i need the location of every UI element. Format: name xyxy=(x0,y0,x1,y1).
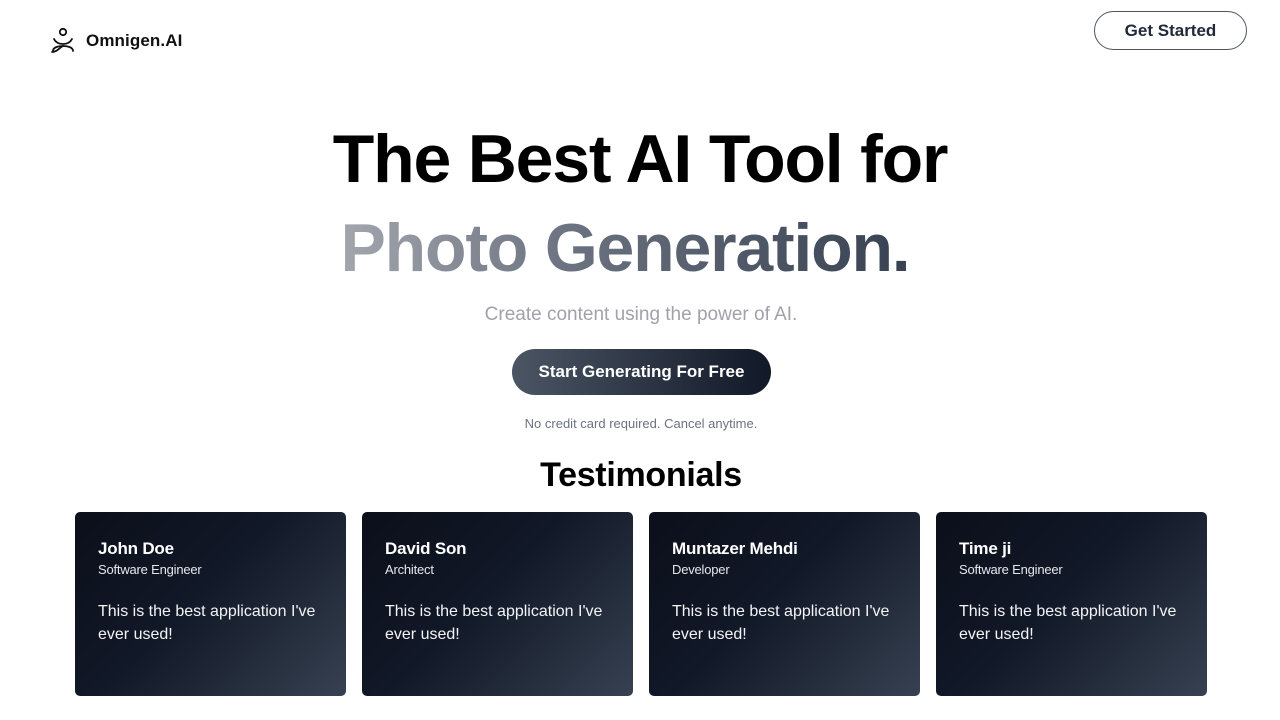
meditation-figure-icon xyxy=(48,26,78,56)
testimonial-role: Software Engineer xyxy=(959,562,1063,577)
testimonial-quote: This is the best application I've ever u… xyxy=(98,603,316,643)
testimonial-quote: This is the best application I've ever u… xyxy=(959,603,1177,643)
testimonial-role: Developer xyxy=(672,562,730,577)
testimonial-name: Muntazer Mehdi xyxy=(672,539,798,558)
get-started-button[interactable]: Get Started xyxy=(1094,11,1247,50)
testimonial-list: John Doe Software Engineer This is the b… xyxy=(75,512,1207,696)
testimonial-card: David Son Architect This is the best app… xyxy=(362,512,633,696)
hero-headline: The Best AI Tool for xyxy=(332,121,949,197)
brand-name: Omnigen.AI xyxy=(86,31,183,50)
testimonial-role: Software Engineer xyxy=(98,562,202,577)
landing-page: Omnigen.AI Get Started The Best AI Tool … xyxy=(0,0,1280,720)
testimonial-name: Time ji xyxy=(959,539,1012,558)
testimonials-title: Testimonials xyxy=(540,456,742,494)
testimonial-card: Time ji Software Engineer This is the be… xyxy=(936,512,1207,696)
testimonial-quote: This is the best application I've ever u… xyxy=(672,603,890,643)
hero-subtitle: Create content using the power of AI. xyxy=(484,304,798,325)
no-credit-card-note: No credit card required. Cancel anytime. xyxy=(524,416,758,431)
testimonial-name: John Doe xyxy=(98,539,174,558)
testimonial-role: Architect xyxy=(385,562,434,577)
testimonial-quote: This is the best application I've ever u… xyxy=(385,603,603,643)
testimonial-card: John Doe Software Engineer This is the b… xyxy=(75,512,346,696)
testimonial-name: David Son xyxy=(385,539,467,558)
hero-headline-gradient-text: Photo Generation. xyxy=(340,210,911,286)
brand-logo[interactable]: Omnigen.AI xyxy=(48,26,182,56)
start-generating-button[interactable]: Start Generating For Free xyxy=(512,349,771,395)
testimonial-card: Muntazer Mehdi Developer This is the bes… xyxy=(649,512,920,696)
hero-headline-gradient: Photo Generation. xyxy=(0,207,1250,289)
